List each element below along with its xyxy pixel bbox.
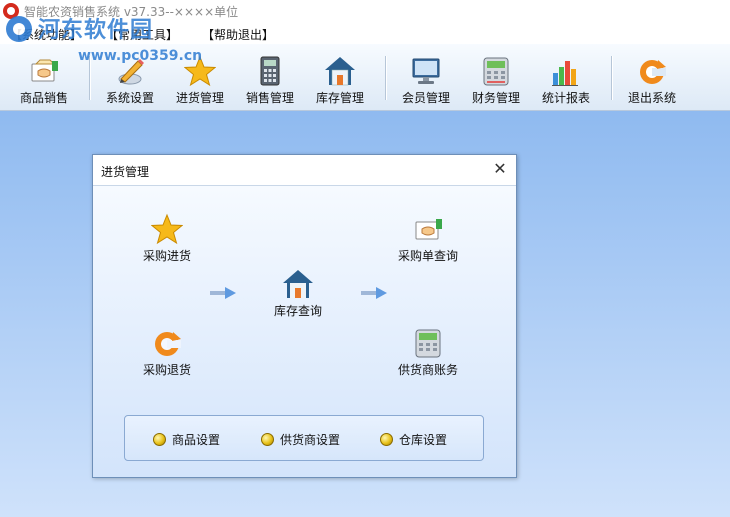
settings-group: 商品设置 供货商设置 仓库设置	[124, 415, 484, 461]
toolbar-product-sales-button[interactable]: 商品销售	[10, 44, 78, 108]
monitor-icon	[412, 58, 440, 84]
toolbar-finance-management-button[interactable]: 财务管理	[464, 44, 528, 108]
menu-system-functions[interactable]: 【系统功能】	[10, 26, 82, 43]
supplier-settings-link[interactable]: 供货商设置	[261, 431, 340, 448]
app-logo-icon	[3, 3, 19, 19]
star-icon	[184, 55, 216, 87]
toolbar-system-settings-label: 系统设置	[105, 91, 154, 105]
purchase-return-label: 采购退货	[142, 363, 191, 377]
bullet-icon	[153, 433, 166, 446]
toolbar-separator	[611, 56, 613, 100]
stock-query-button[interactable]: 库存查询	[248, 268, 348, 319]
toolbar-finance-management-label: 财务管理	[471, 91, 520, 105]
arrow-right-icon	[361, 287, 387, 299]
pencil-icon	[118, 59, 144, 85]
menu-bar: 【系统功能】 【常用工具】 【帮助退出】	[0, 22, 730, 44]
handshake-icon	[415, 219, 442, 240]
product-settings-link[interactable]: 商品设置	[153, 431, 220, 448]
purchase-order-query-button[interactable]: 采购单查询	[378, 213, 478, 264]
menu-common-tools[interactable]: 【常用工具】	[106, 26, 178, 43]
toolbar-sales-management-button[interactable]: 销售管理	[238, 44, 302, 108]
supplier-account-label: 供货商账务	[397, 363, 458, 377]
purchase-in-button[interactable]: 采购进货	[117, 213, 217, 264]
house-icon	[325, 57, 355, 86]
window-title: 智能农资销售系统 v37.33--××××单位	[24, 5, 239, 19]
toolbar: 商品销售 系统设置 进货管理 销售管理 库存管理 会员管理 财务管理 统计报表 …	[0, 44, 730, 111]
exit-refresh-icon	[640, 60, 666, 84]
cash-register-icon	[415, 329, 441, 358]
toolbar-member-management-label: 会员管理	[401, 91, 450, 105]
arrow-right-icon	[210, 287, 236, 299]
purchase-order-query-label: 采购单查询	[397, 249, 458, 263]
bullet-icon	[261, 433, 274, 446]
warehouse-settings-link[interactable]: 仓库设置	[380, 431, 447, 448]
warehouse-settings-label: 仓库设置	[399, 433, 448, 447]
dialog-title-bar[interactable]: 进货管理 ✕	[93, 155, 516, 186]
calculator-icon	[260, 56, 280, 86]
toolbar-system-settings-button[interactable]: 系统设置	[98, 44, 162, 108]
toolbar-statistics-report-button[interactable]: 统计报表	[534, 44, 598, 108]
star-icon	[151, 213, 183, 245]
purchase-return-button[interactable]: 采购退货	[117, 327, 217, 378]
purchase-in-label: 采购进货	[142, 249, 191, 263]
supplier-settings-label: 供货商设置	[280, 433, 341, 447]
dialog-body: 采购进货 采购单查询 库存查询 采购退货 供货商账务 商品设置 供货商设置 仓库…	[93, 186, 516, 477]
bullet-icon	[380, 433, 393, 446]
close-icon[interactable]: ✕	[490, 159, 510, 179]
toolbar-purchase-management-button[interactable]: 进货管理	[168, 44, 232, 108]
house-icon	[283, 270, 313, 298]
toolbar-statistics-report-label: 统计报表	[541, 91, 590, 105]
toolbar-sales-management-label: 销售管理	[245, 91, 294, 105]
toolbar-inventory-management-button[interactable]: 库存管理	[308, 44, 372, 108]
title-bar: 智能农资销售系统 v37.33--××××单位	[0, 0, 730, 22]
toolbar-inventory-management-label: 库存管理	[315, 91, 364, 105]
handshake-icon	[31, 59, 58, 82]
menu-help-exit[interactable]: 【帮助退出】	[202, 26, 274, 43]
product-settings-label: 商品设置	[172, 433, 221, 447]
toolbar-exit-system-label: 退出系统	[627, 91, 676, 105]
bar-chart-icon	[552, 61, 578, 86]
supplier-account-button[interactable]: 供货商账务	[378, 327, 478, 378]
toolbar-separator	[89, 56, 91, 100]
toolbar-exit-system-button[interactable]: 退出系统	[620, 44, 684, 108]
toolbar-member-management-button[interactable]: 会员管理	[394, 44, 458, 108]
refresh-icon	[155, 332, 181, 356]
dialog-title: 进货管理	[101, 165, 150, 179]
toolbar-product-sales-label: 商品销售	[19, 91, 68, 105]
toolbar-separator	[385, 56, 387, 100]
cash-register-icon	[483, 57, 509, 86]
toolbar-purchase-management-label: 进货管理	[175, 91, 224, 105]
purchase-management-dialog: 进货管理 ✕ 采购进货 采购单查询 库存查询 采购退货 供货商账务 商品设置 供…	[92, 154, 517, 478]
stock-query-label: 库存查询	[273, 304, 322, 318]
